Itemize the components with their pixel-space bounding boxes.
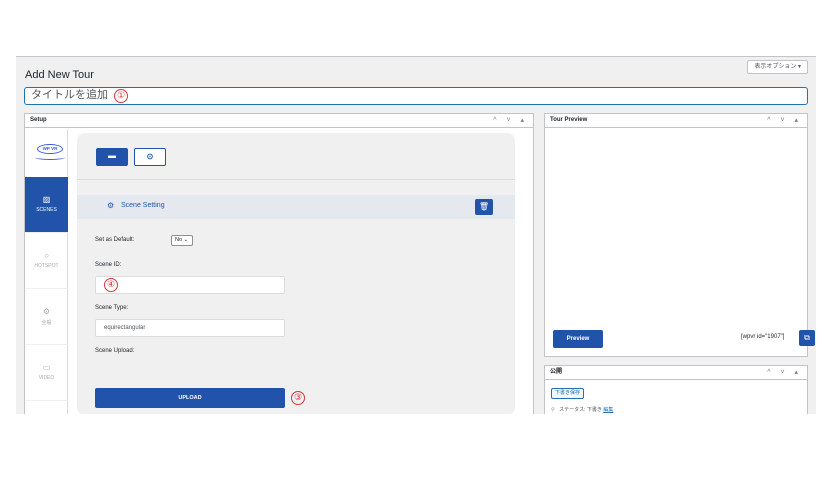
save-draft-button[interactable]: 下書き保存 bbox=[551, 388, 585, 399]
trash-icon: 🗑 bbox=[478, 202, 490, 211]
tab-video-label: VIDEO bbox=[38, 375, 55, 381]
scene-toolbar: ▬ ⊙ bbox=[77, 133, 515, 180]
publish-header: 公開 ^ ˅ ▴ bbox=[545, 366, 807, 380]
setup-panel-controls[interactable]: ^ ˅ ▴ bbox=[493, 114, 528, 127]
tour-preview-title: Tour Preview bbox=[550, 117, 588, 123]
screen-options-button[interactable]: 表示オプション ▾ bbox=[747, 60, 808, 74]
image-icon: ▨ bbox=[42, 195, 51, 204]
tab-general[interactable]: ⚙ 全般 bbox=[25, 289, 68, 345]
scene-id-input[interactable]: ④ bbox=[95, 276, 285, 294]
pin-icon: ⚲ bbox=[551, 407, 555, 413]
wpvr-logo: WP VR bbox=[37, 144, 63, 154]
title-input[interactable]: タイトルを追加 ① bbox=[24, 87, 808, 105]
gear-icon: ⚙ bbox=[107, 201, 115, 210]
annotation-marker-3: ③ bbox=[291, 391, 305, 405]
tour-preview-header: Tour Preview ^ ˅ ▴ bbox=[545, 114, 807, 128]
set-default-select[interactable]: No ⌄ bbox=[171, 235, 193, 246]
tab-scenes-label: SCENES bbox=[36, 207, 57, 213]
page-title: Add New Tour bbox=[25, 69, 94, 81]
add-scene-button[interactable]: ⊙ bbox=[134, 148, 166, 166]
annotation-marker-1: ① bbox=[114, 89, 129, 103]
annotation-marker-4: ④ bbox=[104, 278, 118, 292]
tour-preview-panel: Tour Preview ^ ˅ ▴ Preview [wpvr id="190… bbox=[544, 113, 815, 357]
video-icon: ▭ bbox=[42, 363, 51, 372]
circle-icon: ○ bbox=[44, 251, 49, 260]
tour-preview-controls[interactable]: ^ ˅ ▴ bbox=[767, 114, 802, 127]
tab-scenes[interactable]: ▨ SCENES bbox=[25, 177, 68, 233]
preview-button[interactable]: Preview bbox=[553, 330, 603, 348]
status-edit-link[interactable]: 編集 bbox=[603, 407, 613, 413]
setup-vertical-tabs: WP VR ▨ SCENES ○ HOTSPOT ⚙ 全般 ▭ VIDEO bbox=[25, 129, 68, 414]
tab-hotspot[interactable]: ○ HOTSPOT bbox=[25, 233, 68, 289]
publish-controls[interactable]: ^ ˅ ▴ bbox=[767, 366, 802, 379]
setup-panel-header: Setup ^ ˅ ▴ bbox=[25, 114, 533, 128]
set-default-label: Set as Default: bbox=[95, 237, 135, 243]
scene-type-input[interactable]: equirectangular bbox=[95, 319, 285, 337]
publish-panel: 公開 ^ ˅ ▴ 下書き保存 ⚲ ステータス: 下書き 編集 bbox=[544, 365, 808, 414]
scene-setting-header: ⚙ Scene Setting 🗑 bbox=[77, 195, 515, 219]
status-label: ステータス: 下書き bbox=[559, 407, 602, 413]
tab-video[interactable]: ▭ VIDEO bbox=[25, 345, 68, 401]
tab-general-label: 全般 bbox=[41, 320, 52, 326]
title-placeholder: タイトルを追加 bbox=[31, 89, 108, 101]
wpvr-logo-swoosh bbox=[35, 155, 65, 160]
scene-thumbnail-button[interactable]: ▬ bbox=[96, 148, 128, 166]
upload-button[interactable]: UPLOAD bbox=[95, 388, 285, 408]
publish-status: ⚲ ステータス: 下書き 編集 bbox=[551, 406, 613, 413]
delete-scene-button[interactable]: 🗑 bbox=[475, 199, 493, 215]
tab-hotspot-label: HOTSPOT bbox=[34, 263, 59, 269]
scene-setting-title: Scene Setting bbox=[121, 202, 165, 209]
copy-icon: ⧉ bbox=[804, 333, 810, 342]
gear-icon: ⚙ bbox=[42, 307, 51, 316]
admin-frame: 表示オプション ▾ Add New Tour タイトルを追加 ① Setup ^… bbox=[16, 56, 816, 414]
setup-panel: Setup ^ ˅ ▴ WP VR ▨ SCENES ○ HOTSPOT ⚙ 全… bbox=[24, 113, 534, 414]
copy-shortcode-button[interactable]: ⧉ bbox=[799, 330, 815, 346]
scene-type-label: Scene Type: bbox=[95, 305, 129, 311]
shortcode-text: [wpvr id="1907"] bbox=[741, 334, 785, 340]
publish-title: 公開 bbox=[550, 369, 563, 375]
scene-id-label: Scene ID: bbox=[95, 262, 122, 268]
scene-content: ▬ ⊙ ⚙ Scene Setting 🗑 Set as Default: No… bbox=[77, 133, 515, 414]
scene-upload-label: Scene Upload: bbox=[95, 348, 135, 354]
setup-panel-title: Setup bbox=[30, 117, 47, 123]
add-icon: ⊙ bbox=[146, 152, 154, 161]
image-icon: ▬ bbox=[108, 151, 116, 160]
